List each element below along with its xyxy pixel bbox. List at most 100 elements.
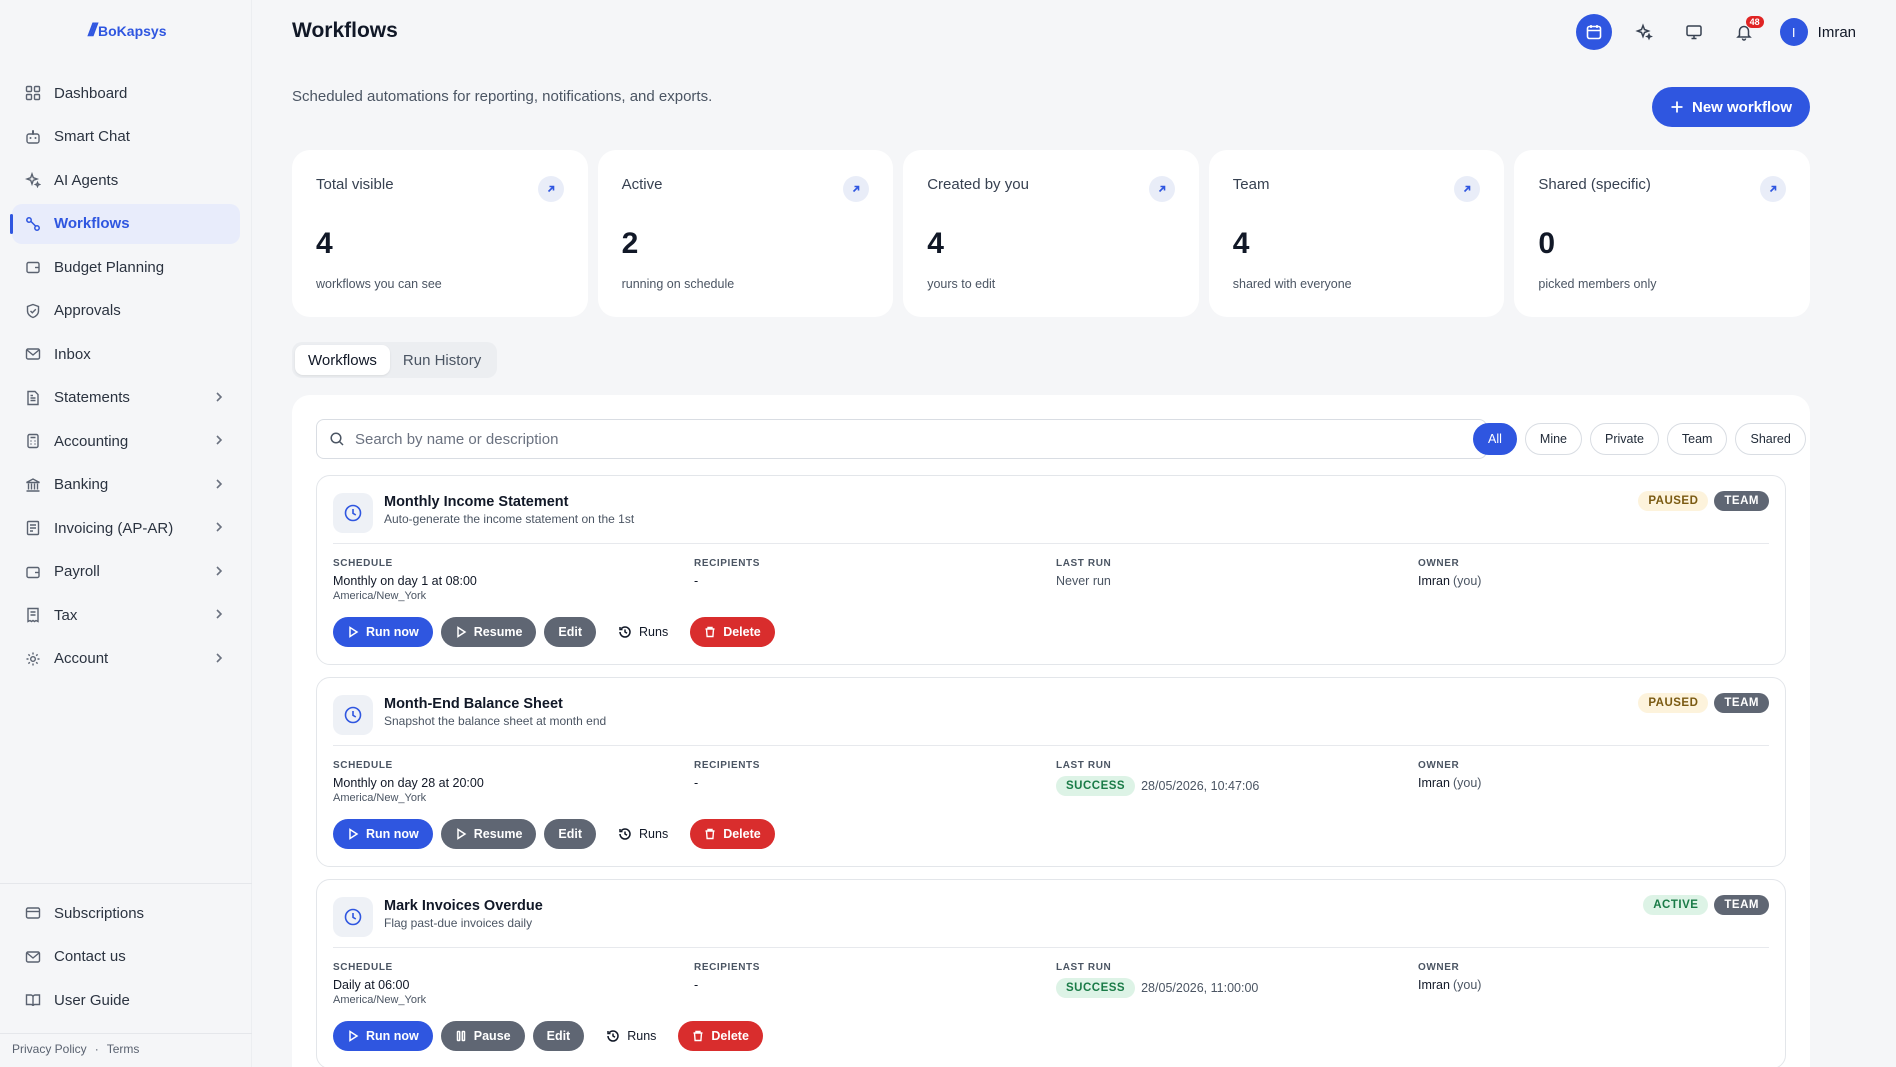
stat-label: Total visible (316, 176, 394, 193)
schedule-value: Monthly on day 28 at 20:00 (333, 776, 484, 790)
status-badge: PAUSED (1638, 693, 1709, 713)
sidebar-item-label: Accounting (54, 432, 129, 450)
run-now-button[interactable]: Run now (333, 819, 433, 849)
gear-icon (24, 650, 42, 668)
delete-button[interactable]: Delete (690, 617, 775, 647)
user-menu[interactable]: I Imran (1779, 18, 1856, 46)
workflow-card: Month-End Balance Sheet Snapshot the bal… (316, 677, 1786, 867)
stat-card-team[interactable]: Team 4 shared with everyone (1208, 150, 1505, 317)
workflow-name: Month-End Balance Sheet (384, 696, 563, 712)
column-header: LAST RUN (1056, 760, 1112, 771)
edit-button[interactable]: Edit (544, 819, 597, 849)
workflow-description: Auto-generate the income statement on th… (384, 512, 635, 526)
last-run-column: LAST RUN Never run (1056, 558, 1111, 588)
grid-icon (24, 84, 42, 102)
sidebar-item-budget-planning[interactable]: Budget Planning (12, 247, 240, 287)
view-tabs: Workflows Run History (292, 342, 498, 378)
chevron-right-icon (212, 651, 226, 669)
sidebar-item-invoicing[interactable]: Invoicing (AP-AR) (12, 508, 240, 548)
run-now-button[interactable]: Run now (333, 1021, 433, 1051)
sidebar-item-smart-chat[interactable]: Smart Chat (12, 117, 240, 157)
calendar-button[interactable] (1575, 14, 1612, 50)
arrow-up-right-icon[interactable] (1759, 176, 1786, 202)
resume-button[interactable]: Resume (440, 819, 537, 849)
stat-value: 0 (1538, 227, 1556, 260)
sidebar-item-banking[interactable]: Banking (12, 465, 240, 505)
sidebar-item-dashboard[interactable]: Dashboard (12, 73, 240, 113)
footer-separator: · (94, 1042, 99, 1056)
run-status-badge: SUCCESS (1056, 776, 1136, 796)
filter-private[interactable]: Private (1590, 423, 1659, 455)
runs-label: Runs (627, 1029, 657, 1043)
run-now-label: Run now (366, 1029, 419, 1043)
stat-label: Active (621, 176, 663, 193)
card-divider (333, 947, 1769, 948)
sidebar-item-account[interactable]: Account (12, 639, 240, 679)
sidebar-item-ai-agents[interactable]: AI Agents (12, 160, 240, 200)
resume-label: Resume (473, 827, 523, 841)
sidebar-divider (0, 883, 252, 884)
edit-button[interactable]: Edit (544, 617, 597, 647)
arrow-up-right-icon[interactable] (843, 176, 870, 202)
search-input[interactable] (355, 430, 1486, 448)
filter-shared[interactable]: Shared (1735, 423, 1806, 455)
arrow-up-right-icon[interactable] (1454, 176, 1481, 202)
stat-card-active[interactable]: Active 2 running on schedule (597, 150, 894, 317)
sidebar-item-inbox[interactable]: Inbox (12, 334, 240, 374)
ai-sparkles-button[interactable] (1626, 14, 1662, 50)
workflow-description: Flag past-due invoices daily (384, 916, 533, 930)
pause-label: Pause (473, 1029, 511, 1043)
sidebar-item-tax[interactable]: Tax (12, 595, 240, 635)
tab-workflows[interactable]: Workflows (295, 345, 390, 375)
owner-value: Imran (you) (1418, 978, 1481, 992)
sidebar-item-label: Account (54, 650, 109, 667)
sidebar-item-user-guide[interactable]: User Guide (12, 980, 240, 1020)
pause-button[interactable]: Pause (440, 1021, 525, 1051)
privacy-policy-link[interactable]: Privacy Policy (12, 1042, 87, 1056)
last-run-time: 28/05/2026, 10:47:06 (1141, 779, 1260, 793)
column-header: OWNER (1418, 962, 1460, 973)
filter-all[interactable]: All (1473, 423, 1517, 455)
notifications-button[interactable]: 48 (1726, 14, 1764, 50)
runs-button[interactable]: Runs (592, 1021, 670, 1051)
stat-card-shared-specific[interactable]: Shared (specific) 0 picked members only (1514, 150, 1810, 317)
arrow-up-right-icon[interactable] (1148, 176, 1175, 202)
calendar-icon (1586, 25, 1601, 40)
filter-mine[interactable]: Mine (1524, 423, 1582, 455)
edit-button[interactable]: Edit (532, 1021, 585, 1051)
sidebar-item-statements[interactable]: Statements (12, 378, 240, 418)
filter-team[interactable]: Team (1666, 423, 1728, 455)
stats-row: Total visible 4 workflows you can see Ac… (292, 150, 1810, 317)
stat-card-total-visible[interactable]: Total visible 4 workflows you can see (292, 150, 588, 317)
sidebar-item-approvals[interactable]: Approvals (12, 291, 240, 331)
resume-button[interactable]: Resume (440, 617, 537, 647)
sidebar-item-label: AI Agents (54, 171, 119, 189)
sidebar-item-accounting[interactable]: Accounting (12, 421, 240, 461)
card-divider (333, 543, 1769, 544)
delete-button[interactable]: Delete (690, 819, 775, 849)
stat-description: shared with everyone (1232, 277, 1352, 291)
sidebar-item-workflows[interactable]: Workflows (10, 203, 240, 244)
tab-run-history[interactable]: Run History (390, 345, 494, 375)
sidebar-item-label: User Guide (54, 991, 130, 1009)
schedule-column: SCHEDULE Daily at 06:00 America/New_York (333, 962, 426, 1006)
app-logo[interactable]: /// BoKapsys (88, 20, 166, 41)
sidebar-item-payroll[interactable]: Payroll (12, 552, 240, 592)
sidebar-item-contact-us[interactable]: Contact us (12, 937, 240, 977)
run-now-button[interactable]: Run now (333, 617, 433, 647)
delete-button[interactable]: Delete (678, 1021, 763, 1051)
monitor-button[interactable] (1676, 14, 1712, 50)
terms-link[interactable]: Terms (107, 1042, 140, 1056)
workflow-icon (24, 215, 42, 233)
arrow-up-right-icon[interactable] (537, 176, 564, 202)
timezone: America/New_York (333, 590, 427, 602)
recipients-column: RECIPIENTS - (694, 760, 760, 790)
runs-button[interactable]: Runs (604, 617, 682, 647)
runs-button[interactable]: Runs (604, 819, 682, 849)
avatar: I (1779, 18, 1808, 46)
stat-card-created-by-you[interactable]: Created by you 4 yours to edit (903, 150, 1199, 317)
new-workflow-button[interactable]: New workflow (1652, 87, 1810, 127)
run-now-label: Run now (366, 625, 419, 639)
sidebar-item-subscriptions[interactable]: Subscriptions (12, 893, 240, 933)
workflow-card: Monthly Income Statement Auto-generate t… (316, 475, 1786, 665)
